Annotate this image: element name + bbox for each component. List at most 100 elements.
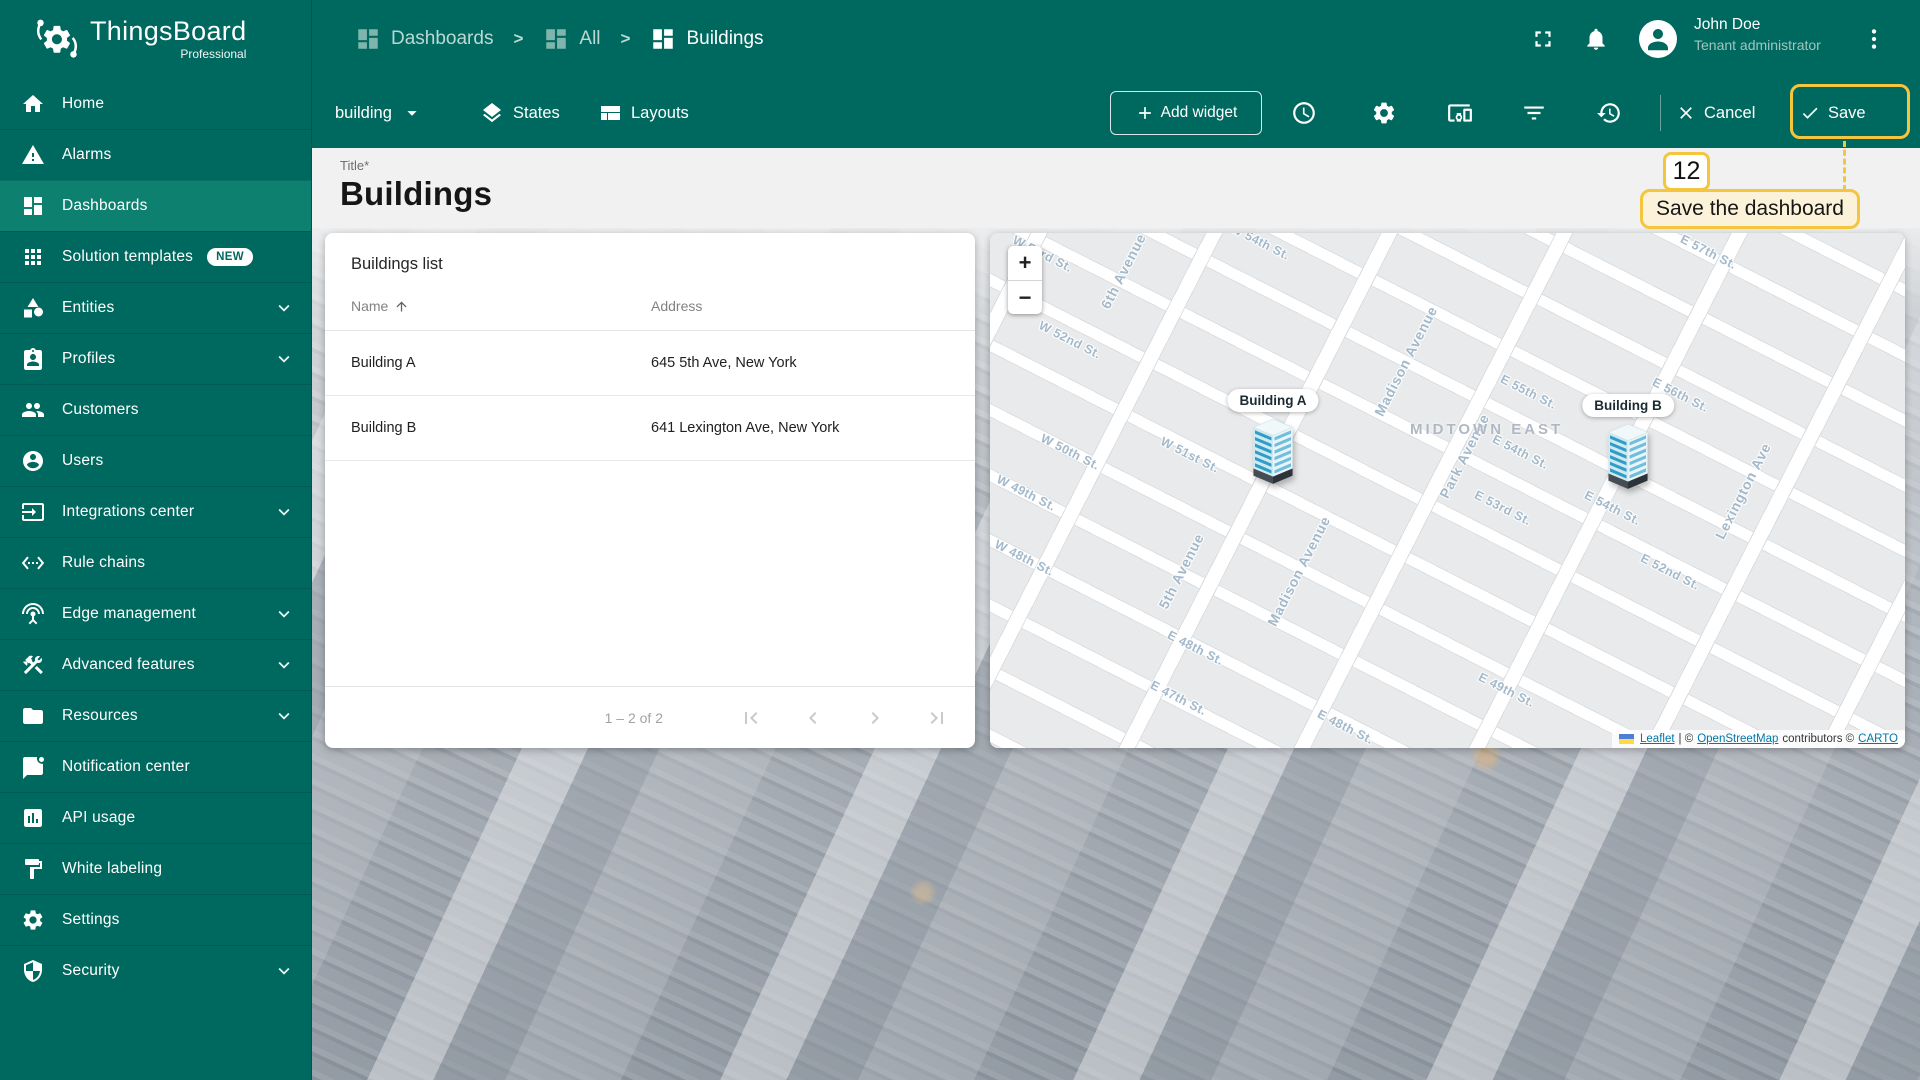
resources-icon [21,704,45,728]
check-icon [1800,103,1820,123]
history-icon [1596,100,1622,126]
home-icon [21,92,45,116]
chevron-down-icon [273,654,295,676]
cancel-button[interactable]: Cancel [1676,91,1755,135]
sidebar-item-advanced-features[interactable]: Advanced features [0,639,311,690]
plus-icon [1135,103,1155,123]
version-history-button[interactable] [1589,93,1629,133]
sidebar-item-solution-templates[interactable]: Solution templates NEW [0,231,311,282]
avatar[interactable] [1639,20,1677,58]
sidebar-item-alarms[interactable]: Alarms [0,129,311,180]
dashboard-canvas: Buildings list Name Address Building A 64… [312,228,1920,1080]
carto-link[interactable]: CARTO [1858,733,1898,745]
zoom-out-button[interactable]: − [1008,280,1042,314]
breadcrumb-item-buildings[interactable]: Buildings [650,26,764,52]
sidebar-item-white-labeling[interactable]: White labeling [0,843,311,894]
sidebar-item-notification-center[interactable]: Notification center [0,741,311,792]
column-header-address[interactable]: Address [651,298,702,314]
map-canvas[interactable]: W 53rd St. W 52nd St. W 51st St. W 50th St.… [990,233,1905,748]
sidebar-item-edge-management[interactable]: Edge management [0,588,311,639]
table-row[interactable]: Building B 641 Lexington Ave, New York [325,396,975,461]
kebab-menu-icon [1861,26,1887,52]
chevron-down-icon [273,705,295,727]
marker-label: Building A [1227,389,1319,412]
map-marker-building-a[interactable]: Building A [1227,389,1319,488]
chevron-left-icon [801,706,825,730]
sidebar-item-rule-chains[interactable]: Rule chains [0,537,311,588]
layout-icon [598,101,622,125]
toolbar-divider [1660,95,1661,131]
solution-templates-icon [21,245,45,269]
column-header-name[interactable]: Name [351,298,651,314]
building-icon [1248,418,1298,488]
fullscreen-button[interactable] [1523,19,1563,59]
app-edition: Professional [180,47,247,61]
new-badge: NEW [207,248,253,266]
marker-label: Building B [1582,394,1674,417]
cell-name: Building B [351,420,417,436]
entities-icon [21,296,45,320]
dashboard-icon [543,26,569,52]
breadcrumb-separator: > [513,29,524,48]
table-pagination: 1 – 2 of 2 [325,686,975,748]
alarms-icon [21,143,45,167]
app-name: ThingsBoard [90,16,247,46]
dashboards-icon [21,194,45,218]
layouts-button[interactable]: Layouts [598,78,689,148]
cell-name: Building A [351,355,416,371]
sidebar-item-dashboards[interactable]: Dashboards [0,180,311,231]
last-page-button[interactable] [917,698,957,738]
dashboard-group-select[interactable]: building [335,78,423,148]
states-button[interactable]: States [480,78,560,148]
sidebar-item-profiles[interactable]: Profiles [0,333,311,384]
entity-aliases-button[interactable] [1440,93,1480,133]
building-icon [1603,423,1653,493]
sidebar-item-home[interactable]: Home [0,78,311,129]
advanced-features-icon [21,653,45,677]
sidebar-item-users[interactable]: Users [0,435,311,486]
thingsboard-logo-icon [34,16,80,62]
filters-button[interactable] [1514,93,1554,133]
breadcrumb: Dashboards > All > Buildings [355,0,764,78]
chevron-down-icon [273,348,295,370]
user-icon [1643,24,1673,54]
zoom-in-button[interactable]: + [1008,246,1042,280]
ukraine-flag-icon [1619,734,1635,744]
widget-title: Buildings list [351,255,443,273]
previous-page-button[interactable] [793,698,833,738]
app-logo[interactable]: ThingsBoard Professional [0,0,312,78]
save-button[interactable]: Save [1800,91,1866,135]
sidebar-item-customers[interactable]: Customers [0,384,311,435]
table-row[interactable]: Building A 645 5th Ave, New York [325,331,975,396]
breadcrumb-item-dashboards[interactable]: Dashboards [355,26,493,52]
sidebar-item-integrations-center[interactable]: Integrations center [0,486,311,537]
first-page-button[interactable] [731,698,771,738]
sidebar-item-settings[interactable]: Settings [0,894,311,945]
security-icon [21,959,45,983]
add-widget-button[interactable]: Add widget [1110,91,1262,135]
chevron-down-icon [273,501,295,523]
tutorial-connector-line [1843,141,1846,191]
leaflet-link[interactable]: Leaflet [1640,733,1675,745]
sidebar-item-resources[interactable]: Resources [0,690,311,741]
notifications-button[interactable] [1576,19,1616,59]
map-marker-building-b[interactable]: Building B [1582,394,1674,493]
more-menu-button[interactable] [1854,19,1894,59]
profiles-icon [21,347,45,371]
breadcrumb-item-all[interactable]: All [543,26,601,52]
integrations-center-icon [21,500,45,524]
sidebar-item-entities[interactable]: Entities [0,282,311,333]
sidebar-item-security[interactable]: Security [0,945,311,996]
chevron-down-icon [273,297,295,319]
time-window-button[interactable] [1284,93,1324,133]
next-page-button[interactable] [855,698,895,738]
sidebar-item-api-usage[interactable]: API usage [0,792,311,843]
bell-icon [1583,26,1609,52]
openstreetmap-link[interactable]: OpenStreetMap [1697,733,1778,745]
dashboard-settings-button[interactable] [1364,93,1404,133]
user-name: John Doe [1694,16,1761,33]
caret-down-icon [401,102,423,124]
chevron-down-icon [273,960,295,982]
rule-chains-icon [21,551,45,575]
sidebar: Home Alarms Dashboards Solution templates NE… [0,78,312,1080]
